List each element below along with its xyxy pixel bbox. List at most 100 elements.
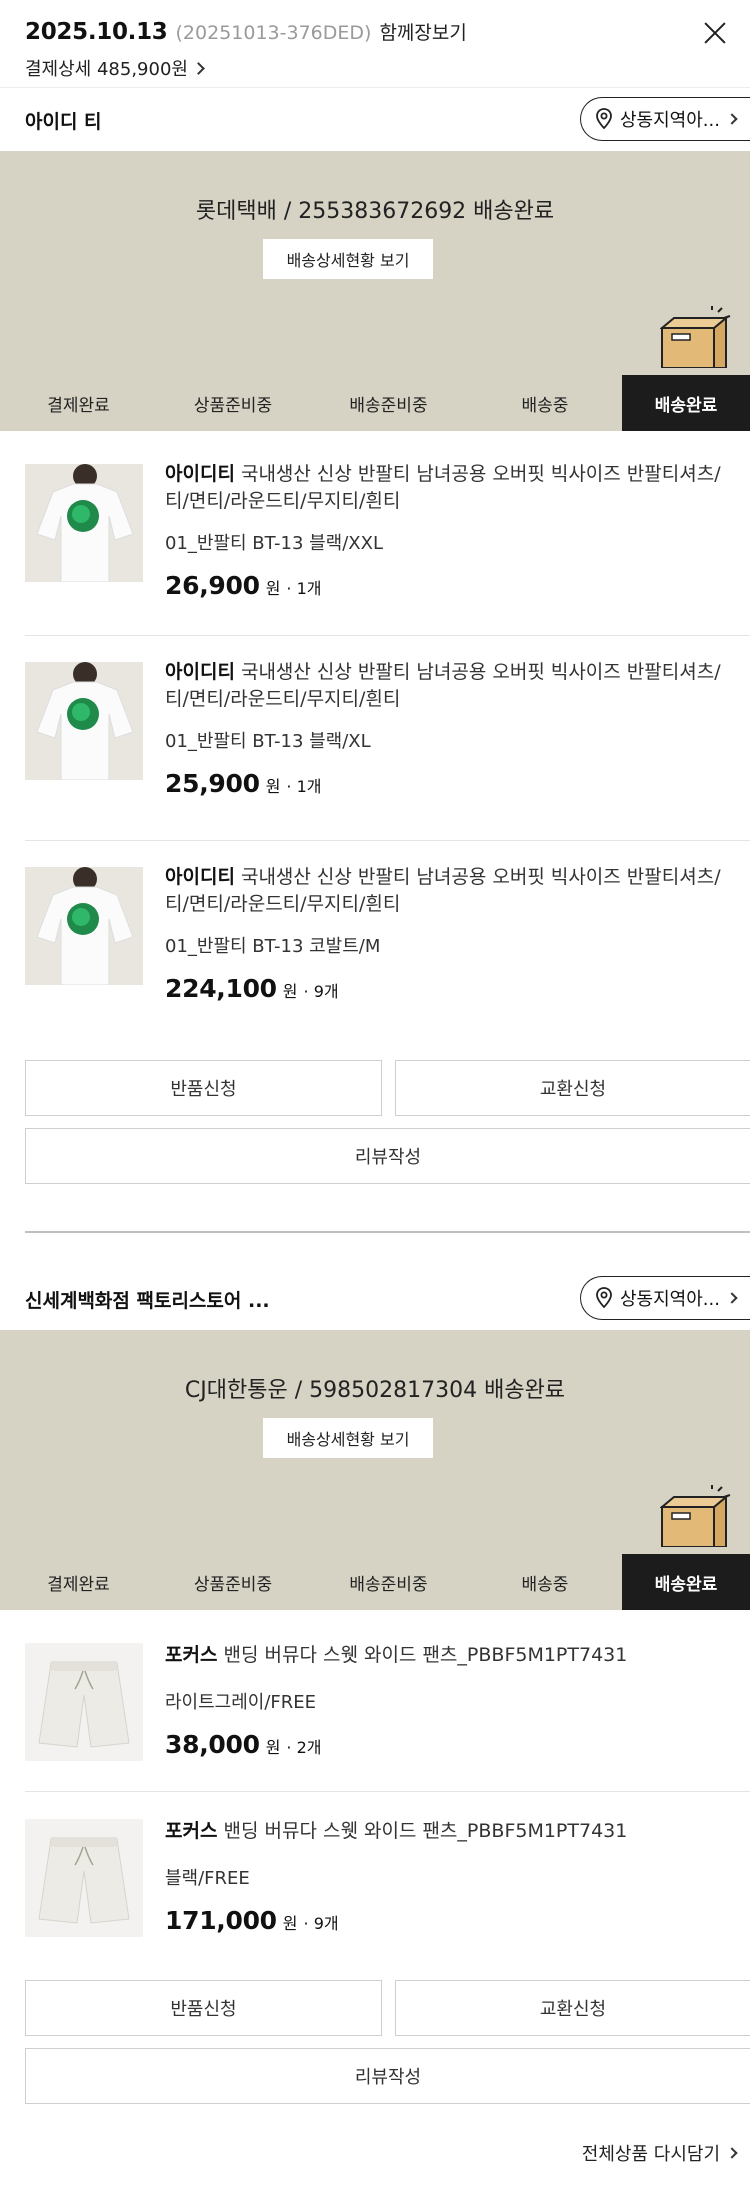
- product-item[interactable]: 포커스 밴딩 버뮤다 스웻 와이드 팬츠_PBBF5M1PT7431 라이트그레…: [25, 1610, 750, 1792]
- write-review-button[interactable]: 리뷰작성: [25, 1128, 750, 1184]
- product-brand: 아이디티: [165, 463, 235, 485]
- order-date: 2025.10.13: [25, 19, 168, 45]
- tshirt-image: [25, 662, 143, 780]
- product-option: 01_반팔티 BT-13 블랙/XXL: [165, 533, 383, 554]
- product-list: 포커스 밴딩 버뮤다 스웻 와이드 팬츠_PBBF5M1PT7431 라이트그레…: [0, 1610, 750, 1974]
- product-name: 아이디티 국내생산 신상 반팔티 남녀공용 오버핏 빅사이즈 반팔티셔츠/티/면…: [165, 864, 736, 918]
- tracking-detail-button[interactable]: 배송상세현황 보기: [263, 239, 433, 279]
- payment-detail-link[interactable]: 결제상세 485,900원: [25, 55, 725, 81]
- product-quantity: · 1개: [286, 579, 322, 598]
- product-thumbnail[interactable]: [25, 867, 143, 985]
- product-price: 171,000: [165, 1906, 277, 1935]
- exchange-request-button[interactable]: 교환신청: [395, 1980, 750, 2036]
- product-brand: 포커스: [165, 1820, 218, 1842]
- order-detail-page: 2025.10.13 (20251013-376DED) 함께장보기 결제상세 …: [0, 0, 750, 2196]
- product-list: 아이디티 국내생산 신상 반팔티 남녀공용 오버핏 빅사이즈 반팔티셔츠/티/면…: [0, 431, 750, 1046]
- delivery-status-banner: 롯데택배 / 255383672692 배송완료 배송상세현황 보기 결제완료 …: [0, 151, 750, 431]
- product-title: 국내생산 신상 반팔티 남녀공용 오버핏 빅사이즈 반팔티셔츠/티/면티/라운드…: [165, 866, 721, 915]
- carrier-status: 롯데택배 / 255383672692 배송완료: [195, 199, 555, 224]
- delivery-box-icon: [660, 306, 731, 368]
- shorts-image: [25, 1643, 143, 1761]
- exchange-request-button[interactable]: 교환신청: [395, 1060, 750, 1116]
- step-preparing-shipment: 배송준비중: [349, 395, 428, 416]
- close-icon[interactable]: [698, 16, 732, 50]
- order-section-2: 신세계백화점 팩토리스토어 ... 상동지역아... CJ대한통운 / 5985…: [0, 1268, 750, 1974]
- product-brand: 아이디티: [165, 866, 235, 888]
- product-price-row: 38,000 원 · 2개: [165, 1730, 736, 1759]
- map-pin-icon: [596, 108, 612, 130]
- delivery-steps: 결제완료 상품준비중 배송준비중 배송중 배송완료: [0, 375, 750, 431]
- location-button[interactable]: 상동지역아...: [580, 97, 750, 141]
- step-preparing-product: 상품준비중: [193, 1574, 273, 1595]
- product-name: 아이디티 국내생산 신상 반팔티 남녀공용 오버핏 빅사이즈 반팔티셔츠/티/면…: [165, 461, 736, 515]
- product-title: 국내생산 신상 반팔티 남녀공용 오버핏 빅사이즈 반팔티셔츠/티/면티/라운드…: [165, 463, 721, 512]
- product-thumbnail[interactable]: [25, 662, 143, 780]
- product-item[interactable]: 포커스 밴딩 버뮤다 스웻 와이드 팬츠_PBBF5M1PT7431 블랙/FR…: [25, 1792, 750, 1974]
- product-price-row: 224,100 원 · 9개: [165, 974, 736, 1003]
- product-option: 01_반팔티 BT-13 코발트/M: [165, 936, 381, 957]
- step-preparing-product: 상품준비중: [193, 395, 273, 416]
- delivery-status-banner: CJ대한통운 / 598502817304 배송완료 배송상세현황 보기 결제완…: [0, 1330, 750, 1610]
- map-pin-icon: [596, 1287, 612, 1309]
- delivery-box-icon: [660, 1485, 731, 1547]
- store-bar: 신세계백화점 팩토리스토어 ... 상동지역아...: [0, 1268, 750, 1330]
- location-button[interactable]: 상동지역아...: [580, 1276, 750, 1320]
- chevron-right-icon: [726, 2147, 738, 2159]
- store-name: 아이디 티: [25, 110, 102, 133]
- product-thumbnail[interactable]: [25, 464, 143, 582]
- step-delivered: 배송완료: [622, 1554, 750, 1610]
- carrier-status: CJ대한통운 / 598502817304 배송완료: [184, 1378, 566, 1403]
- product-brand: 아이디티: [165, 661, 235, 683]
- step-delivered: 배송완료: [622, 375, 750, 431]
- product-price: 38,000: [165, 1730, 260, 1759]
- order-code: (20251013-376DED): [175, 22, 372, 44]
- product-price: 26,900: [165, 571, 260, 600]
- product-price-row: 26,900 원 · 1개: [165, 571, 736, 600]
- product-quantity: · 1개: [286, 777, 322, 796]
- shorts-image: [25, 1819, 143, 1937]
- product-option: 라이트그레이/FREE: [165, 1692, 317, 1713]
- product-name: 아이디티 국내생산 신상 반팔티 남녀공용 오버핏 빅사이즈 반팔티셔츠/티/면…: [165, 659, 736, 713]
- currency-label: 원: [265, 1738, 281, 1757]
- currency-label: 원: [282, 982, 298, 1001]
- location-label: 상동지역아...: [620, 110, 720, 131]
- step-payment-complete: 결제완료: [47, 395, 110, 416]
- product-title: 밴딩 버뮤다 스웻 와이드 팬츠_PBBF5M1PT7431: [217, 1644, 628, 1666]
- step-payment-complete: 결제완료: [47, 1574, 110, 1595]
- tshirt-image: [25, 464, 143, 582]
- location-label: 상동지역아...: [620, 1289, 720, 1310]
- tshirt-image: [25, 867, 143, 985]
- product-item[interactable]: 아이디티 국내생산 신상 반팔티 남녀공용 오버핏 빅사이즈 반팔티셔츠/티/면…: [25, 636, 750, 841]
- product-price: 224,100: [165, 974, 277, 1003]
- reorder-all-link[interactable]: 전체상품 다시담기: [581, 2140, 738, 2166]
- delivery-steps: 결제완료 상품준비중 배송준비중 배송중 배송완료: [0, 1554, 750, 1610]
- step-shipping: 배송중: [521, 1574, 569, 1595]
- write-review-button[interactable]: 리뷰작성: [25, 2048, 750, 2104]
- product-title: 국내생산 신상 반팔티 남녀공용 오버핏 빅사이즈 반팔티셔츠/티/면티/라운드…: [165, 661, 721, 710]
- product-quantity: · 9개: [303, 982, 339, 1001]
- chevron-right-icon: [726, 113, 738, 125]
- product-quantity: · 2개: [286, 1738, 322, 1757]
- product-thumbnail[interactable]: [25, 1643, 143, 1761]
- together-shopping-link[interactable]: 함께장보기: [379, 18, 466, 45]
- store-name: 신세계백화점 팩토리스토어 ...: [25, 1289, 270, 1312]
- currency-label: 원: [282, 1914, 298, 1933]
- order-header: 2025.10.13 (20251013-376DED) 함께장보기 결제상세 …: [0, 0, 750, 88]
- product-option: 블랙/FREE: [165, 1868, 250, 1889]
- reorder-all-label: 전체상품 다시담기: [581, 2144, 720, 2165]
- product-thumbnail[interactable]: [25, 1819, 143, 1937]
- currency-label: 원: [265, 777, 281, 796]
- product-item[interactable]: 아이디티 국내생산 신상 반팔티 남녀공용 오버핏 빅사이즈 반팔티셔츠/티/면…: [25, 841, 750, 1046]
- return-request-button[interactable]: 반품신청: [25, 1980, 382, 2036]
- chevron-right-icon: [726, 1292, 738, 1304]
- product-brand: 포커스: [165, 1644, 218, 1666]
- tracking-detail-button[interactable]: 배송상세현황 보기: [263, 1418, 433, 1458]
- step-preparing-shipment: 배송준비중: [349, 1574, 428, 1595]
- return-request-button[interactable]: 반품신청: [25, 1060, 382, 1116]
- step-shipping: 배송중: [521, 395, 569, 416]
- product-quantity: · 9개: [303, 1914, 339, 1933]
- currency-label: 원: [265, 579, 281, 598]
- product-item[interactable]: 아이디티 국내생산 신상 반팔티 남녀공용 오버핏 빅사이즈 반팔티셔츠/티/면…: [25, 431, 750, 636]
- section-divider: [25, 1231, 750, 1233]
- product-price-row: 25,900 원 · 1개: [165, 769, 736, 798]
